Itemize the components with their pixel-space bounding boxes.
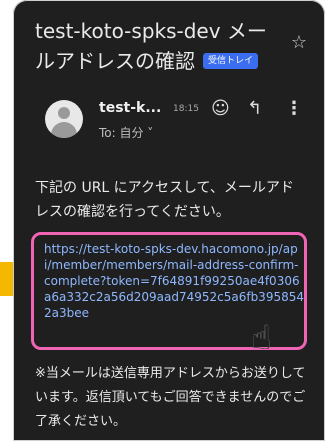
email-view: test-koto-spks-dev メー ルアドレスの確認 受信トレイ ☆ t… (13, 0, 325, 441)
email-subject: test-koto-spks-dev メー ルアドレスの確認 受信トレイ (35, 16, 275, 76)
sender-row: test-k... 18:15 To: 自分 ˅ ☺ ↰ ⋮ (35, 98, 315, 158)
avatar-body-icon (51, 122, 77, 138)
more-options-icon[interactable]: ⋮ (285, 98, 303, 119)
avatar[interactable] (45, 100, 83, 138)
subject-line-2: ルアドレスの確認 (35, 49, 195, 73)
star-icon[interactable]: ☆ (291, 32, 307, 53)
subject-line-1: test-koto-spks-dev メー (35, 19, 267, 43)
subject-line-2-row: ルアドレスの確認 受信トレイ (35, 46, 275, 76)
email-footer: ※当メールは送信専用アドレスからお送りしています。返信頂いてもご回答できませんの… (35, 366, 306, 429)
reply-icon[interactable]: ↰ (247, 98, 262, 119)
pointer-hand-icon: ☝ (251, 318, 272, 358)
sender-name[interactable]: test-k... (99, 100, 161, 116)
email-body-intro: 下記の URL にアクセスして、メールアドレスの確認を行ってください。 (35, 180, 294, 220)
timestamp: 18:15 (173, 104, 199, 114)
recipient-dropdown[interactable]: To: 自分 ˅ (99, 124, 153, 141)
emoji-react-icon[interactable]: ☺ (211, 98, 230, 119)
avatar-head-icon (58, 107, 70, 119)
confirmation-link[interactable]: https://test-koto-spks-dev.hacomono.jp/a… (44, 241, 304, 321)
inbox-badge[interactable]: 受信トレイ (203, 53, 259, 69)
